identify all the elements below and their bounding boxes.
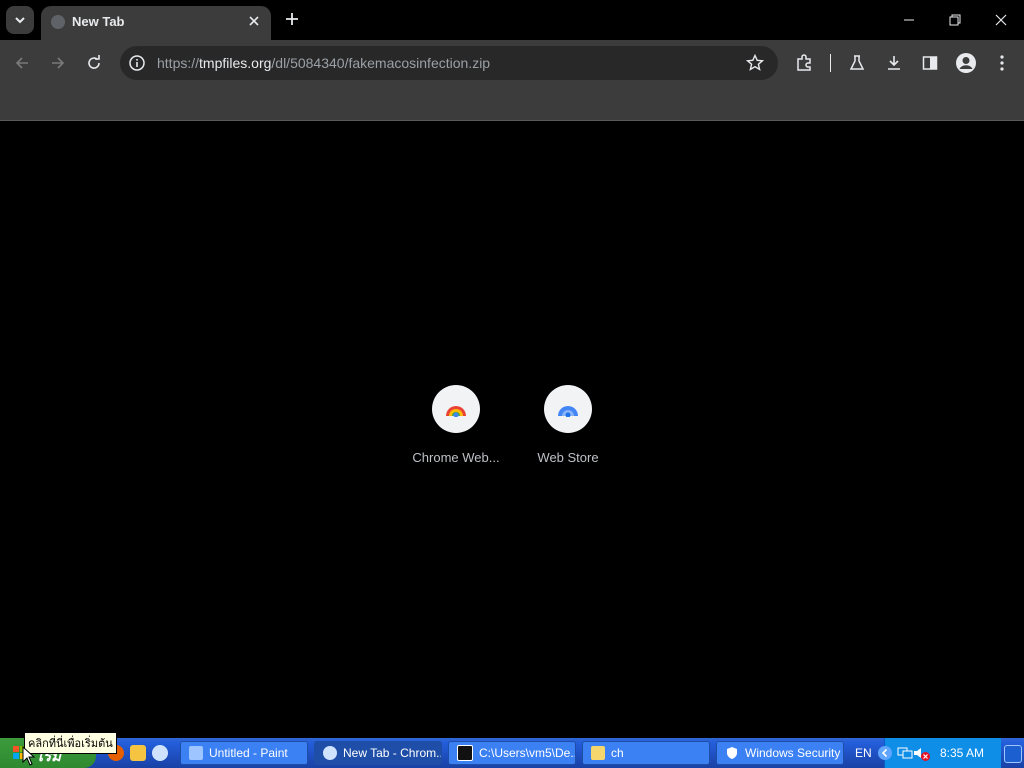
info-icon[interactable] [128, 54, 146, 72]
arrow-left-icon [15, 57, 28, 69]
task-label: Untitled - Paint [209, 746, 288, 760]
task-chrome[interactable]: New Tab - Chrom... [314, 741, 442, 765]
mouse-cursor-icon [22, 746, 36, 766]
puzzle-icon [797, 54, 811, 71]
language-indicator[interactable]: EN [855, 746, 872, 760]
extensions-button[interactable] [793, 52, 815, 74]
task-label: New Tab - Chrom... [343, 746, 442, 760]
alert-icon[interactable] [921, 752, 930, 761]
new-tab-page: Chrome Web... Web Store [0, 121, 1024, 738]
new-tab-button[interactable] [280, 8, 304, 32]
close-icon [249, 16, 259, 26]
shortcut-label: Chrome Web... [412, 450, 500, 465]
task-folder[interactable]: ch [582, 741, 710, 765]
tab-search-button[interactable] [6, 6, 34, 34]
clock[interactable]: 8:35 AM [940, 746, 984, 760]
restore-icon [949, 14, 961, 26]
paint-icon [189, 746, 203, 760]
address-bar[interactable]: https://tmpfiles.org/dl/5084340/fakemaco… [120, 46, 778, 80]
task-label: ch [611, 746, 624, 760]
task-windows-security[interactable]: Windows Security [716, 741, 844, 765]
shortcut-tile [544, 385, 592, 433]
back-button[interactable] [9, 50, 35, 76]
shortcut-web-store[interactable]: Web Store [518, 385, 618, 465]
web-store-icon [558, 406, 578, 417]
url-path: /dl/5084340/fakemacosinfection.zip [271, 55, 491, 71]
system-tray: 8:35 AM [878, 738, 1001, 768]
star-icon[interactable] [746, 54, 764, 72]
side-panel-icon [922, 56, 938, 70]
reload-icon [88, 55, 100, 69]
bookmark-bar [0, 86, 1024, 121]
plus-icon [286, 13, 298, 25]
network-icon[interactable] [897, 746, 913, 760]
chrome-web-store-icon [446, 406, 466, 417]
restore-button[interactable] [932, 0, 978, 40]
notification-icon[interactable] [1004, 745, 1022, 763]
task-label: C:\Users\vm5\De... [479, 746, 576, 760]
side-panel-button[interactable] [919, 52, 941, 74]
tab-close-button[interactable] [245, 12, 263, 30]
task-label: Windows Security [745, 746, 841, 760]
close-icon [995, 14, 1007, 26]
chevron-left-icon[interactable] [877, 745, 893, 761]
url-text: https://tmpfiles.org/dl/5084340/fakemaco… [157, 55, 490, 71]
minimize-icon [904, 19, 914, 21]
chevron-down-icon [15, 17, 25, 24]
folder-icon [591, 746, 605, 760]
downloads-button[interactable] [883, 52, 905, 74]
flask-icon [849, 55, 865, 70]
tab-title: New Tab [72, 14, 125, 29]
screen: New Tab https://tmpfiles.org/dl/5084340/… [0, 0, 1024, 768]
menu-button[interactable] [991, 52, 1013, 74]
url-scheme: https:// [157, 55, 200, 71]
minimize-button[interactable] [886, 0, 932, 40]
folder-icon[interactable] [130, 745, 146, 761]
close-window-button[interactable] [978, 0, 1024, 40]
forward-button[interactable] [45, 50, 71, 76]
tab-new-tab[interactable]: New Tab [41, 6, 271, 40]
toolbar-divider [830, 54, 831, 72]
shortcut-label: Web Store [537, 450, 599, 465]
start-tooltip: คลิกที่นี่เพื่อเริ่มต้น [24, 732, 117, 754]
chrome-icon [323, 746, 337, 760]
chrome-icon[interactable] [152, 745, 168, 761]
more-vert-icon [1000, 55, 1004, 71]
avatar-icon [956, 53, 976, 73]
shield-icon [727, 747, 737, 759]
profile-button[interactable] [955, 52, 977, 74]
url-host: tmpfiles.org [199, 55, 272, 71]
toolbar: https://tmpfiles.org/dl/5084340/fakemaco… [0, 40, 1024, 86]
globe-icon [51, 15, 65, 29]
title-bar: New Tab [0, 0, 1024, 40]
labs-button[interactable] [846, 52, 868, 74]
task-paint[interactable]: Untitled - Paint [180, 741, 308, 765]
shortcut-tile [432, 385, 480, 433]
taskbar: เริ่ม Untitled - Paint New Tab - Chrom..… [0, 738, 1024, 768]
arrow-right-icon [52, 57, 65, 69]
shortcut-chrome-web-store[interactable]: Chrome Web... [406, 385, 506, 465]
reload-button[interactable] [81, 50, 107, 76]
download-icon [888, 56, 900, 70]
7zip-icon [457, 745, 473, 761]
task-7zip[interactable]: C:\Users\vm5\De... [448, 741, 576, 765]
